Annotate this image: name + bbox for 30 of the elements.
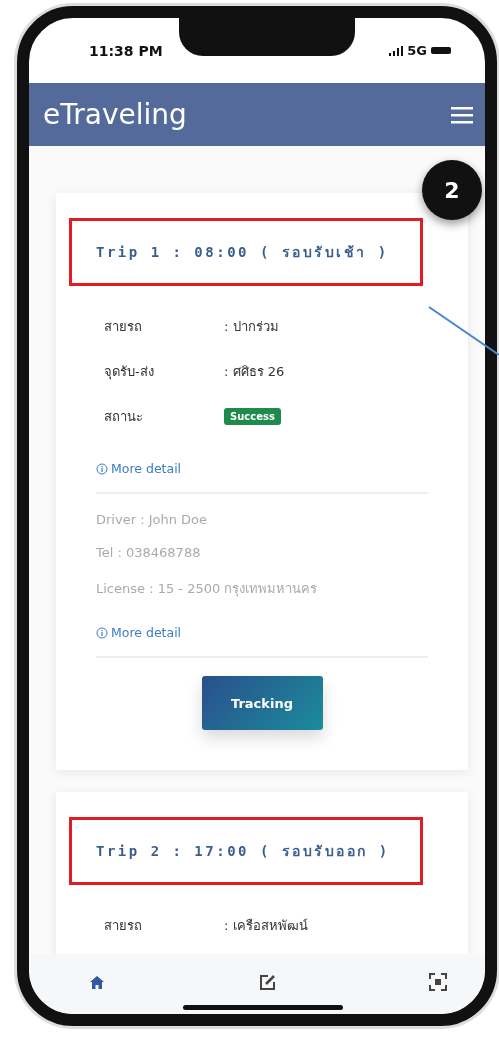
- field-label: จุดรับ-ส่ง: [104, 363, 155, 382]
- nav-button[interactable]: [89, 974, 105, 990]
- field-label: สถานะ: [104, 408, 144, 426]
- driver-info: Tel : 038468788: [96, 545, 202, 560]
- info-icon: [96, 626, 108, 639]
- info-icon: [96, 462, 108, 475]
- edit-icon: [258, 973, 276, 991]
- trip-title: Trip 1 : 08:00 ( รอบรับเช้า ): [96, 243, 390, 262]
- field-value: : ศศิธร 26: [224, 363, 286, 381]
- nav-button[interactable]: [429, 973, 447, 991]
- nav-button[interactable]: [258, 973, 276, 991]
- status-badge: Success: [224, 408, 281, 425]
- driver-info: Driver : John Doe: [96, 512, 208, 527]
- driver-info: License : 15 - 2500 กรุงเทพมหานคร: [96, 580, 319, 599]
- battery-icon: [431, 47, 451, 54]
- tracking-button[interactable]: Tracking: [201, 676, 323, 730]
- home-icon: [89, 974, 105, 990]
- network-label: 5G: [407, 43, 427, 58]
- app-title: eTraveling: [43, 98, 187, 131]
- signal-icon: [389, 45, 404, 56]
- field-value: : เครือสหพัฒน์: [224, 917, 309, 935]
- scan-icon: [429, 973, 447, 991]
- trip-title: Trip 2 : 17:00 ( รอบรับออก ): [96, 842, 391, 861]
- more-detail-link[interactable]: More detail: [96, 461, 182, 476]
- menu-icon: [451, 105, 473, 124]
- field-label: สายรถ: [104, 917, 143, 935]
- field-label: สายรถ: [104, 318, 143, 336]
- status-time: 11:38 PM: [89, 42, 163, 59]
- field-value: : ปากร่วม: [224, 318, 280, 336]
- more-detail-link[interactable]: More detail: [96, 625, 182, 640]
